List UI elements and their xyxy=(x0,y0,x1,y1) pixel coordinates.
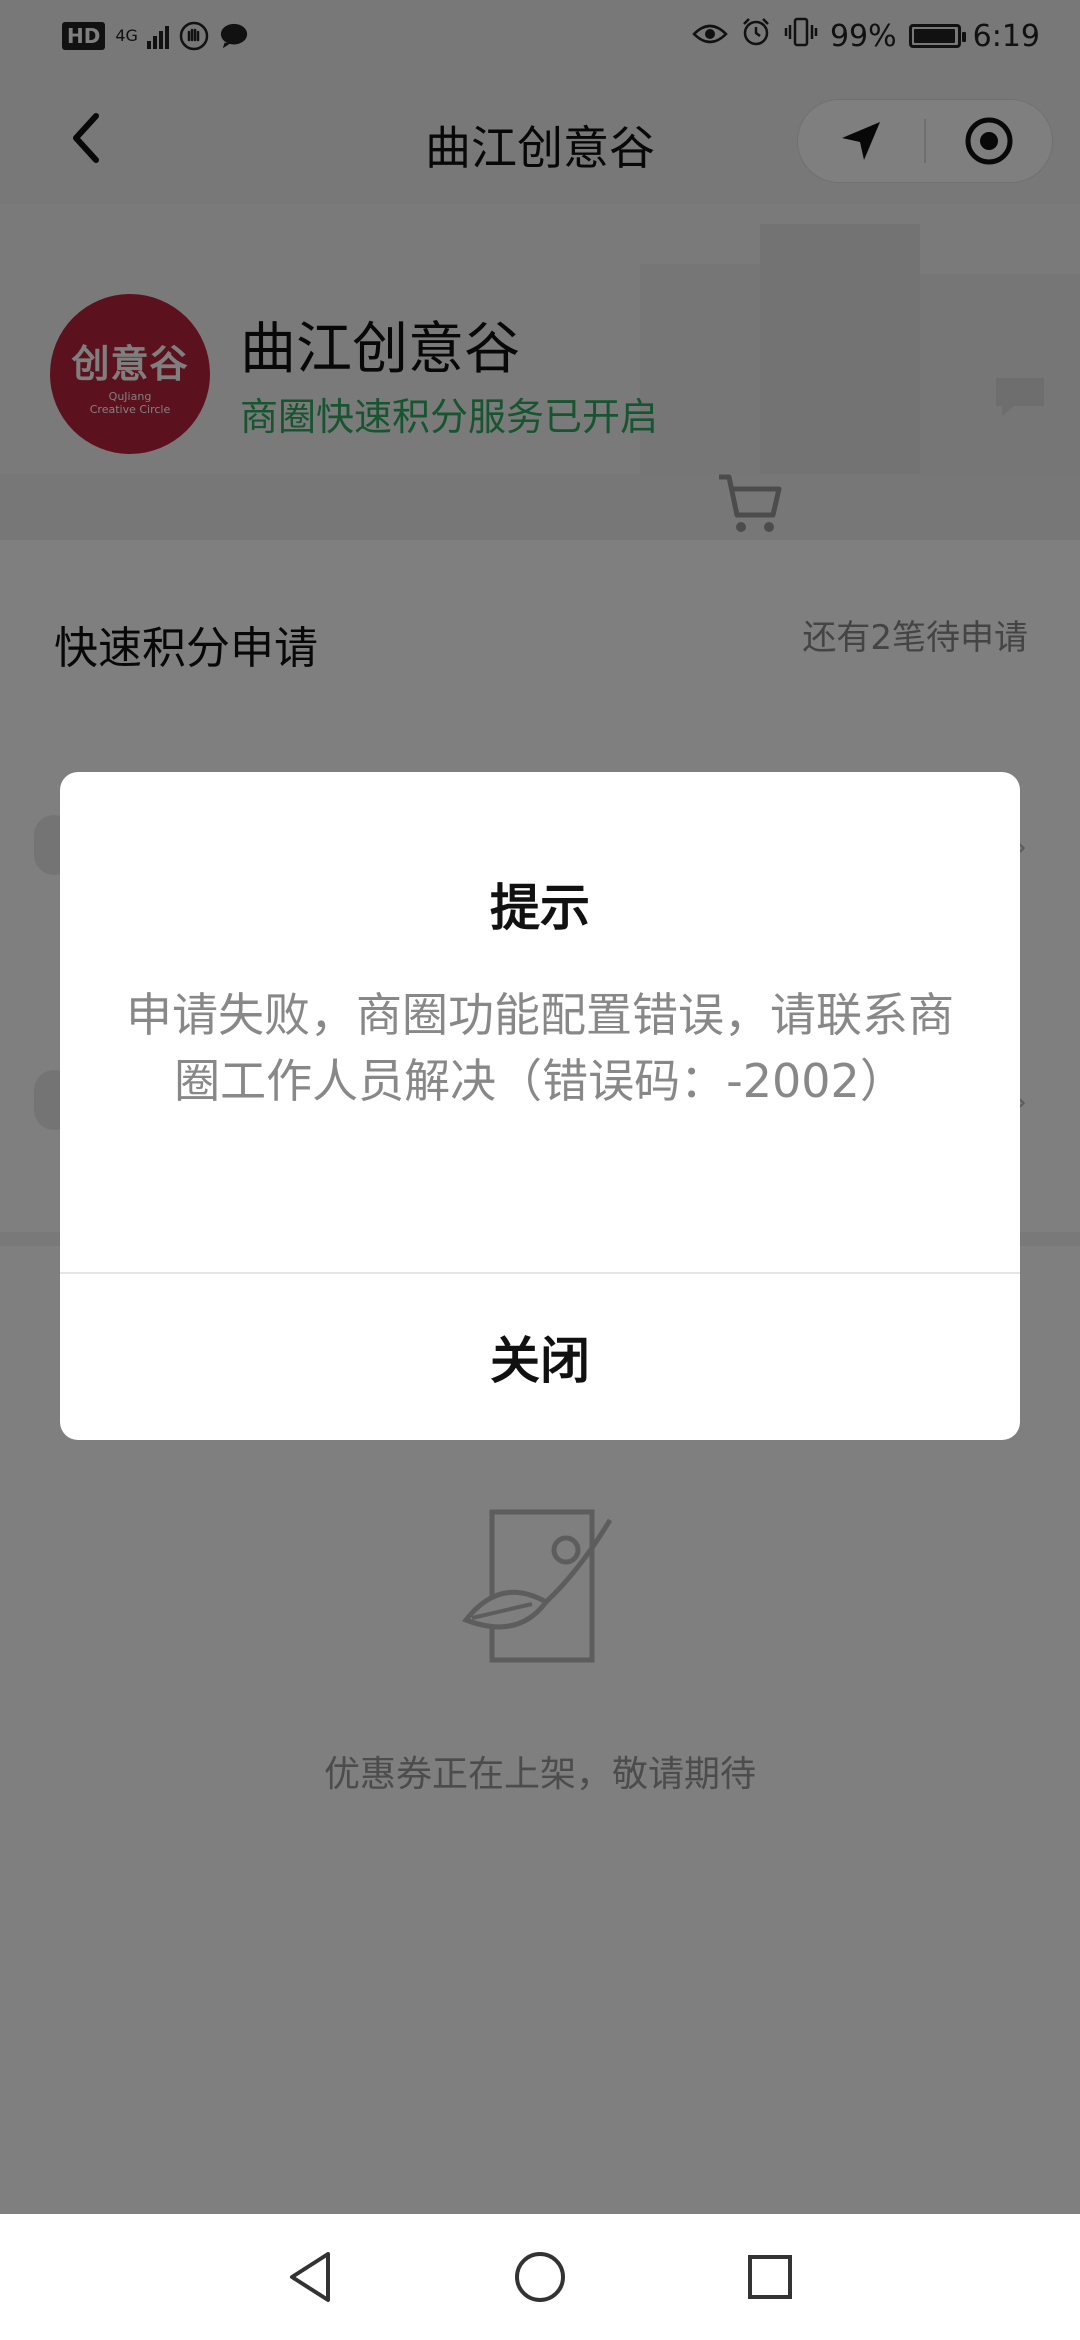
system-home-button[interactable] xyxy=(505,2242,575,2312)
recents-square-icon xyxy=(748,2255,792,2299)
close-button[interactable]: 关闭 xyxy=(60,1274,1020,1440)
system-recents-button[interactable] xyxy=(735,2242,805,2312)
back-triangle-icon xyxy=(290,2252,330,2302)
dialog-message: 申请失败，商圈功能配置错误，请联系商圈工作人员解决（错误码：-2002） xyxy=(126,988,954,1108)
home-circle-icon xyxy=(515,2252,565,2302)
system-back-button[interactable] xyxy=(275,2242,345,2312)
system-nav-bar xyxy=(0,2214,1080,2340)
alert-dialog: 提示 申请失败，商圈功能配置错误，请联系商圈工作人员解决（错误码：-2002） … xyxy=(60,772,1020,1440)
dialog-title: 提示 xyxy=(490,879,590,937)
